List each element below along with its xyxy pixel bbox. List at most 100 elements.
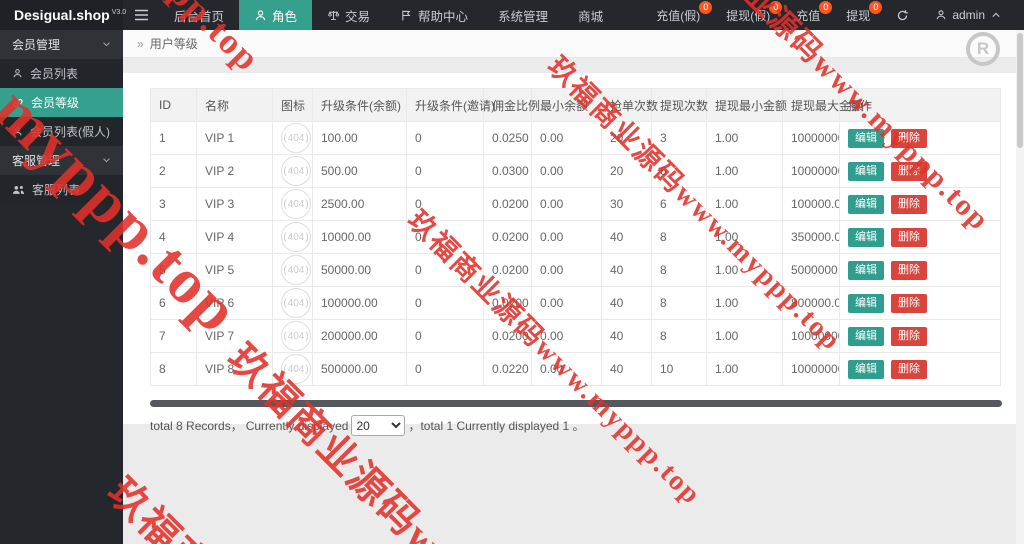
nav-label: 帮助中心 [418, 6, 468, 25]
chevron-down-icon [102, 157, 111, 164]
icon-cell: 404 [273, 254, 313, 287]
nav-item-trade[interactable]: 交易 [312, 0, 385, 30]
cell: VIP 3 [197, 188, 273, 221]
page-title: 用户等级 [150, 35, 198, 52]
edit-button[interactable]: 编辑 [848, 294, 884, 313]
cell: 8 [151, 353, 197, 386]
sidebar-item-service-list[interactable]: 客服列表 [0, 175, 123, 204]
delete-button[interactable]: 删除 [891, 129, 927, 148]
icon-cell: 404 [273, 353, 313, 386]
cell: 0 [407, 122, 484, 155]
edit-button[interactable]: 编辑 [848, 162, 884, 181]
delete-button[interactable]: 删除 [891, 228, 927, 247]
recharge-button[interactable]: 充值 0 [783, 0, 833, 30]
cell: 4 [151, 221, 197, 254]
user-menu[interactable]: admin [922, 0, 1014, 30]
cell: 0.00 [532, 320, 602, 353]
vertical-scrollbar[interactable] [1016, 30, 1024, 544]
chevron-down-icon [102, 41, 111, 48]
sidebar-item-member-list[interactable]: 会员列表 [0, 59, 123, 88]
table-header-row: ID 名称 图标 升级条件(余额) 升级条件(邀请) 佣金比例 最小余额 抢单次… [151, 89, 1001, 122]
delete-button[interactable]: 删除 [891, 195, 927, 214]
sidebar-item-member-list-fake[interactable]: 会员列表(假人) [0, 117, 123, 146]
delete-button[interactable]: 删除 [891, 261, 927, 280]
menu-toggle-icon[interactable] [123, 0, 159, 30]
actions-cell: 编辑删除 [840, 353, 1001, 386]
nav-label: 系统管理 [498, 6, 548, 25]
table-row: 6VIP 6404100000.0000.02000.004081.008000… [151, 287, 1001, 320]
nav-item-help-center[interactable]: 帮助中心 [385, 0, 483, 30]
cell: 7 [151, 320, 197, 353]
edit-button[interactable]: 编辑 [848, 195, 884, 214]
edit-button[interactable]: 编辑 [848, 129, 884, 148]
page-size-select[interactable]: 20 [351, 415, 405, 436]
recharge-fake-button[interactable]: 充值(假) 0 [643, 0, 713, 30]
delete-button[interactable]: 删除 [891, 162, 927, 181]
cell: 30 [602, 188, 652, 221]
edit-button[interactable]: 编辑 [848, 327, 884, 346]
horizontal-scrollbar[interactable] [150, 400, 1002, 407]
withdraw-fake-button[interactable]: 提现(假) 0 [713, 0, 783, 30]
cell: 20 [602, 122, 652, 155]
table-row: 1VIP 1404100.0000.02500.002031.001000000… [151, 122, 1001, 155]
nav-item-dashboard[interactable]: 后台首页 [159, 0, 239, 30]
nav-item-roles[interactable]: 角色 [239, 0, 312, 30]
cell: 1.00 [707, 155, 783, 188]
cell: VIP 8 [197, 353, 273, 386]
scrollbar-thumb[interactable] [1017, 33, 1023, 148]
cell: 0 [407, 254, 484, 287]
notification-badge: 0 [769, 1, 782, 14]
delete-button[interactable]: 删除 [891, 327, 927, 346]
cell: 0.00 [532, 287, 602, 320]
sidebar-section-member-mgmt[interactable]: 会员管理 [0, 30, 123, 59]
delete-button[interactable]: 删除 [891, 294, 927, 313]
cell: 0.00 [532, 122, 602, 155]
chevron-up-icon [991, 11, 1001, 19]
cell: 1 [151, 122, 197, 155]
cell: 10000000.00 [783, 320, 840, 353]
col-header: ID [151, 89, 197, 122]
records-total-text: total 8 Records， [150, 417, 243, 434]
cell: 6 [151, 287, 197, 320]
cell: 2500.00 [313, 188, 407, 221]
nav-item-mall[interactable]: 商城 [563, 0, 618, 30]
edit-button[interactable]: 编辑 [848, 261, 884, 280]
refresh-icon[interactable] [883, 0, 922, 30]
cell: 100.00 [313, 122, 407, 155]
cell: 6 [652, 188, 707, 221]
icon-cell: 404 [273, 221, 313, 254]
cell: 800000.00 [783, 287, 840, 320]
icon-cell: 404 [273, 155, 313, 188]
broken-image-404-icon: 404 [281, 354, 311, 384]
table-row: 3VIP 34042500.0000.02000.003061.00100000… [151, 188, 1001, 221]
withdraw-button[interactable]: 提现 0 [833, 0, 883, 30]
cell: 0.0200 [484, 320, 532, 353]
nav-label: 后台首页 [174, 6, 224, 25]
col-header: 提现次数 [652, 89, 707, 122]
cell: 0 [407, 320, 484, 353]
edit-button[interactable]: 编辑 [848, 360, 884, 379]
section-title: 客服管理 [12, 152, 60, 169]
broken-image-404-icon: 404 [281, 288, 311, 318]
admin-page: Desigual.shop V3.0 后台首页 角色 交易 [0, 0, 1024, 544]
nav-label: 充值 [796, 7, 820, 24]
flag-icon [400, 9, 413, 22]
nav-label: 提现 [846, 7, 870, 24]
cell: 1.00 [707, 188, 783, 221]
cell: 40 [602, 287, 652, 320]
delete-button[interactable]: 删除 [891, 360, 927, 379]
table-card: ID 名称 图标 升级条件(余额) 升级条件(邀请) 佣金比例 最小余额 抢单次… [123, 73, 1024, 424]
person-icon [12, 68, 23, 79]
sidebar-section-service-mgmt[interactable]: 客服管理 [0, 146, 123, 175]
edit-button[interactable]: 编辑 [848, 228, 884, 247]
sidebar-item-member-level[interactable]: 会员等级 [0, 88, 123, 117]
cell: 40 [602, 320, 652, 353]
cell: 0 [407, 287, 484, 320]
notification-badge: 0 [819, 1, 832, 14]
cell: 200000.00 [313, 320, 407, 353]
nav-item-system[interactable]: 系统管理 [483, 0, 563, 30]
nav-label: 交易 [345, 6, 370, 25]
cell: 500.00 [313, 155, 407, 188]
cell: 0 [407, 221, 484, 254]
table-row: 8VIP 8404500000.0000.02200.0040101.00100… [151, 353, 1001, 386]
